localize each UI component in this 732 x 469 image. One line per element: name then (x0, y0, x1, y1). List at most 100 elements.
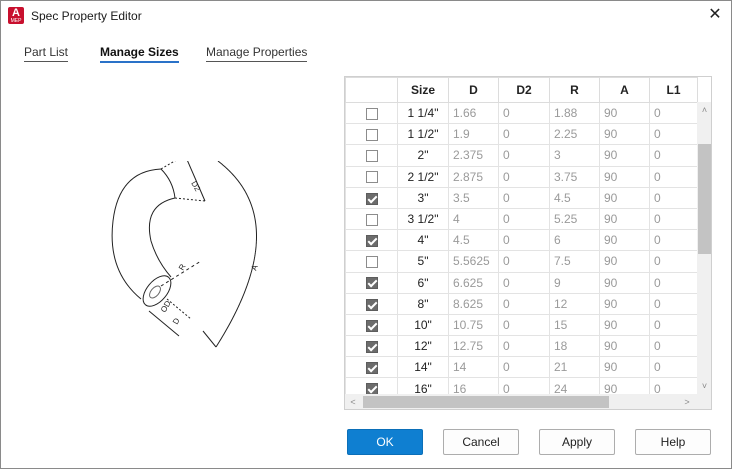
scroll-up-icon[interactable]: ˄ (697, 102, 711, 118)
r-cell[interactable]: 15 (549, 313, 600, 337)
l1-cell[interactable]: 0 (649, 207, 698, 231)
l1-cell[interactable]: 0 (649, 271, 698, 294)
row-checkbox-cell[interactable] (345, 207, 398, 231)
l1-cell[interactable]: 0 (649, 356, 698, 379)
l1-cell[interactable]: 0 (649, 335, 698, 358)
table-row[interactable]: 8" 8.625 0 12 90 0 (345, 292, 698, 315)
close-icon[interactable]: ✕ (703, 4, 727, 28)
horizontal-scrollbar[interactable]: < > (345, 394, 697, 409)
size-cell[interactable]: 2 1/2" (397, 165, 449, 188)
r-cell[interactable]: 12 (549, 292, 600, 315)
horizontal-scroll-thumb[interactable] (363, 396, 609, 408)
checked-checkbox-icon[interactable] (365, 362, 378, 375)
r-cell[interactable]: 5.25 (549, 207, 600, 231)
d-cell[interactable]: 14 (448, 356, 499, 379)
d-cell[interactable]: 1.9 (448, 123, 499, 146)
size-cell[interactable]: 5" (397, 250, 449, 273)
size-cell[interactable]: 8" (397, 292, 449, 315)
row-checkbox-cell[interactable] (345, 292, 398, 315)
d-cell[interactable]: 2.875 (448, 165, 499, 188)
size-cell[interactable]: 10" (397, 313, 449, 337)
d-cell[interactable]: 5.5625 (448, 250, 499, 273)
d2-cell[interactable]: 0 (498, 271, 550, 294)
table-row[interactable]: 1 1/2" 1.9 0 2.25 90 0 (345, 123, 698, 146)
size-cell[interactable]: 1 1/4" (397, 101, 449, 125)
header-size[interactable]: Size (397, 77, 449, 103)
row-checkbox-cell[interactable] (345, 313, 398, 337)
r-cell[interactable]: 6 (549, 229, 600, 252)
d2-cell[interactable]: 0 (498, 207, 550, 231)
r-cell[interactable]: 18 (549, 335, 600, 358)
table-row[interactable]: 10" 10.75 0 15 90 0 (345, 313, 698, 337)
d-cell[interactable]: 1.66 (448, 101, 499, 125)
a-cell[interactable]: 90 (599, 271, 650, 294)
d2-cell[interactable]: 0 (498, 250, 550, 273)
a-cell[interactable]: 90 (599, 229, 650, 252)
apply-button[interactable]: Apply (539, 429, 615, 455)
checked-checkbox-icon[interactable] (365, 298, 378, 311)
help-button[interactable]: Help (635, 429, 711, 455)
l1-cell[interactable]: 0 (649, 101, 698, 125)
d-cell[interactable]: 10.75 (448, 313, 499, 337)
d2-cell[interactable]: 0 (498, 123, 550, 146)
table-row[interactable]: 3" 3.5 0 4.5 90 0 (345, 186, 698, 209)
unchecked-checkbox-icon[interactable] (365, 107, 378, 120)
d-cell[interactable]: 8.625 (448, 292, 499, 315)
size-cell[interactable]: 2" (397, 144, 449, 167)
d2-cell[interactable]: 0 (498, 144, 550, 167)
r-cell[interactable]: 4.5 (549, 186, 600, 209)
row-checkbox-cell[interactable] (345, 250, 398, 273)
vertical-scrollbar[interactable]: ˄ ˅ (697, 102, 711, 394)
header-a[interactable]: A (599, 77, 650, 103)
tab-part-list[interactable]: Part List (24, 45, 69, 62)
row-checkbox-cell[interactable] (345, 335, 398, 358)
l1-cell[interactable]: 0 (649, 123, 698, 146)
a-cell[interactable]: 90 (599, 186, 650, 209)
checked-checkbox-icon[interactable] (365, 277, 378, 290)
unchecked-checkbox-icon[interactable] (365, 256, 378, 269)
header-r[interactable]: R (549, 77, 600, 103)
d2-cell[interactable]: 0 (498, 335, 550, 358)
scroll-right-icon[interactable]: > (679, 394, 695, 409)
d2-cell[interactable]: 0 (498, 165, 550, 188)
header-d2[interactable]: D2 (498, 77, 550, 103)
r-cell[interactable]: 1.88 (549, 101, 600, 125)
r-cell[interactable]: 2.25 (549, 123, 600, 146)
table-row[interactable]: 4" 4.5 0 6 90 0 (345, 229, 698, 252)
table-row[interactable]: 1 1/4" 1.66 0 1.88 90 0 (345, 101, 698, 125)
tab-manage-sizes[interactable]: Manage Sizes (100, 45, 179, 63)
table-row[interactable]: 5" 5.5625 0 7.5 90 0 (345, 250, 698, 273)
d-cell[interactable]: 4.5 (448, 229, 499, 252)
unchecked-checkbox-icon[interactable] (365, 129, 378, 142)
unchecked-checkbox-icon[interactable] (365, 171, 378, 184)
row-checkbox-cell[interactable] (345, 186, 398, 209)
a-cell[interactable]: 90 (599, 250, 650, 273)
d-cell[interactable]: 3.5 (448, 186, 499, 209)
row-checkbox-cell[interactable] (345, 356, 398, 379)
row-checkbox-cell[interactable] (345, 123, 398, 146)
a-cell[interactable]: 90 (599, 292, 650, 315)
d2-cell[interactable]: 0 (498, 313, 550, 337)
size-cell[interactable]: 14" (397, 356, 449, 379)
a-cell[interactable]: 90 (599, 101, 650, 125)
a-cell[interactable]: 90 (599, 313, 650, 337)
r-cell[interactable]: 3.75 (549, 165, 600, 188)
l1-cell[interactable]: 0 (649, 165, 698, 188)
r-cell[interactable]: 7.5 (549, 250, 600, 273)
a-cell[interactable]: 90 (599, 165, 650, 188)
tab-manage-properties[interactable]: Manage Properties (206, 45, 308, 62)
checked-checkbox-icon[interactable] (365, 235, 378, 248)
ok-button[interactable]: OK (347, 429, 423, 455)
checked-checkbox-icon[interactable] (365, 192, 378, 205)
r-cell[interactable]: 9 (549, 271, 600, 294)
row-checkbox-cell[interactable] (345, 229, 398, 252)
l1-cell[interactable]: 0 (649, 313, 698, 337)
row-checkbox-cell[interactable] (345, 271, 398, 294)
d2-cell[interactable]: 0 (498, 186, 550, 209)
d-cell[interactable]: 6.625 (448, 271, 499, 294)
size-cell[interactable]: 3" (397, 186, 449, 209)
d-cell[interactable]: 2.375 (448, 144, 499, 167)
table-row[interactable]: 6" 6.625 0 9 90 0 (345, 271, 698, 294)
l1-cell[interactable]: 0 (649, 144, 698, 167)
table-row[interactable]: 2 1/2" 2.875 0 3.75 90 0 (345, 165, 698, 188)
